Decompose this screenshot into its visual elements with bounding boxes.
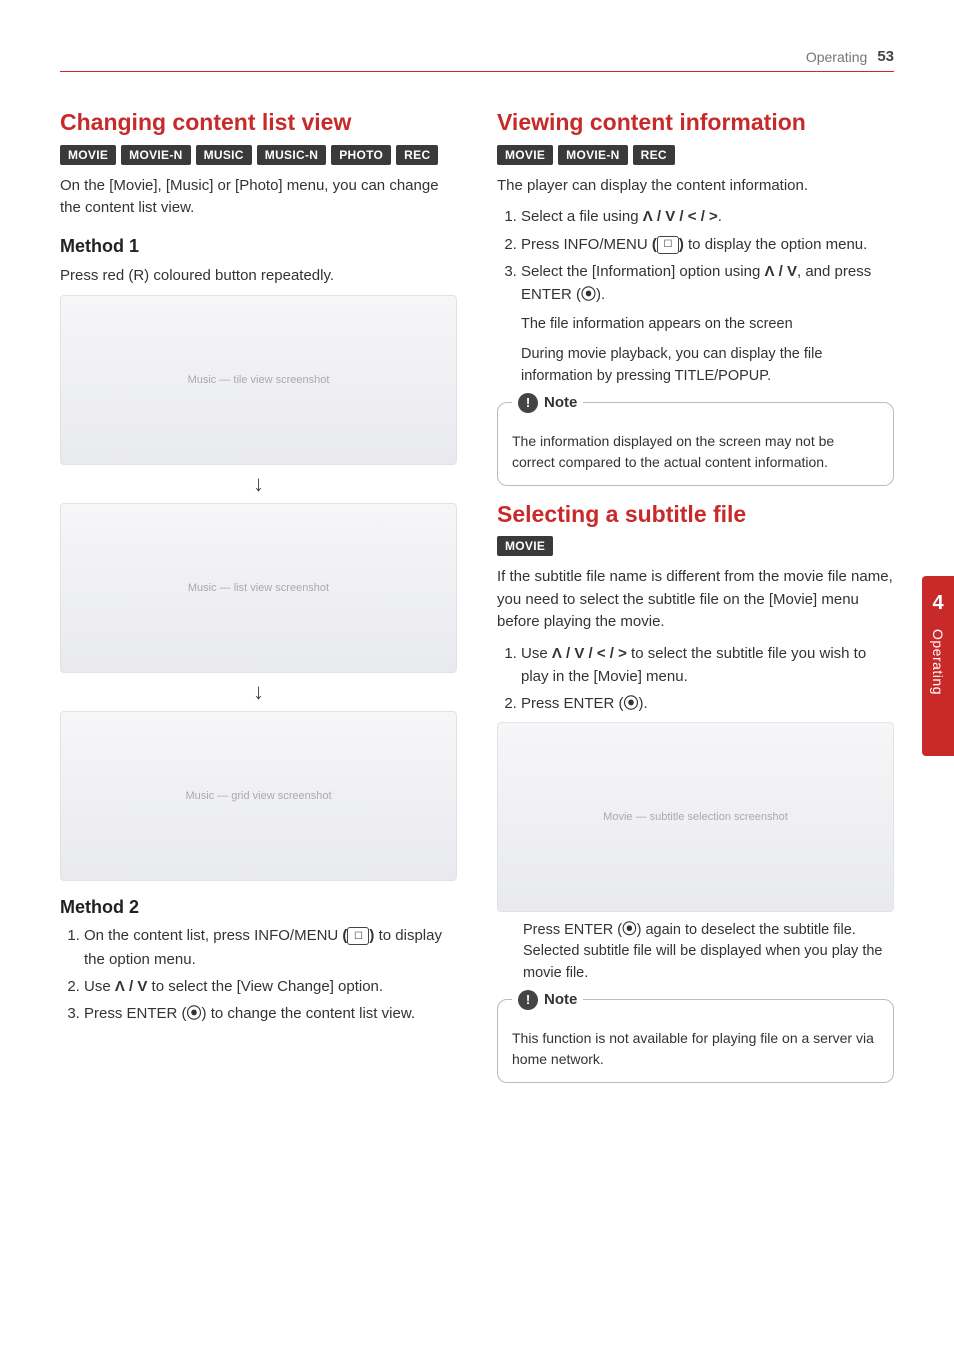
subtitle-after: Press ENTER (⦿) again to deselect the su… [523,920,894,985]
enter-icon: ⦿ [581,286,596,303]
method2-step-1: On the content list, press INFO/MENU (☐)… [84,924,457,971]
note-icon: ! [518,393,538,413]
viewing-info-intro: The player can display the content infor… [497,175,894,198]
method2-title: Method 2 [60,897,457,918]
tag-music-n: MUSIC-N [257,145,326,165]
method2-step-2: Use Λ / V to select the [View Change] op… [84,975,457,998]
arrow-keys: Λ / V / < / > [552,645,627,662]
subtitle-title: Selecting a subtitle file [497,500,894,529]
viewing-info-step-1: Select a file using Λ / V / < / >. [521,205,894,228]
subtitle-step-2: Press ENTER (⦿). [521,692,894,715]
side-tab-number: 4 [932,592,943,615]
method2-step-3: Press ENTER (⦿) to change the content li… [84,1002,457,1025]
enter-icon: ⦿ [187,1005,202,1022]
note-1-text: The information displayed on the screen … [512,433,834,470]
note-2-text: This function is not available for playi… [512,1030,874,1067]
note-label: ! Note [512,989,583,1012]
header-section: Operating [806,49,867,65]
option-menu-icon: ☐ [657,236,679,254]
method1-text: Press red (R) coloured button repeatedly… [60,265,457,288]
enter-icon: ⦿ [622,922,637,938]
tag-photo: PHOTO [331,145,391,165]
subtitle-figure: Movie — subtitle selection screenshot [497,722,894,912]
note-box-2: ! Note This function is not available fo… [497,999,894,1083]
subtitle-intro: If the subtitle file name is different f… [497,566,894,634]
viewing-info-title: Viewing content information [497,108,894,137]
enter-icon: ⦿ [624,695,639,712]
chapter-side-tab: 4 Operating [922,576,954,756]
left-column: Changing content list view MOVIE MOVIE-N… [60,98,457,1097]
subtitle-step-1: Use Λ / V / < / > to select the subtitle… [521,642,894,689]
note-box-1: ! Note The information displayed on the … [497,402,894,486]
changing-view-title: Changing content list view [60,108,457,137]
tag-movie: MOVIE [497,536,553,556]
down-arrow-icon: ↓ [60,679,457,705]
tag-movie-n: MOVIE-N [558,145,627,165]
arrow-keys: Λ / V / < / > [643,208,718,225]
viewing-info-tags: MOVIE MOVIE-N REC [497,145,894,165]
header-page-number: 53 [877,48,894,65]
page-header: Operating 53 [60,48,894,72]
right-column: Viewing content information MOVIE MOVIE-… [497,98,894,1097]
method1-figure-2: Music — list view screenshot [60,503,457,673]
note-icon: ! [518,990,538,1010]
note-label: ! Note [512,392,583,415]
changing-view-tags: MOVIE MOVIE-N MUSIC MUSIC-N PHOTO REC [60,145,457,165]
tag-movie: MOVIE [497,145,553,165]
viewing-info-step-3: Select the [Information] option using Λ … [521,260,894,388]
down-arrow-icon: ↓ [60,471,457,497]
method2-steps: On the content list, press INFO/MENU (☐)… [60,924,457,1025]
viewing-info-step-2: Press INFO/MENU (☐) to display the optio… [521,233,894,256]
method1-figure-1: Music — tile view screenshot [60,295,457,465]
option-menu-icon: ☐ [347,927,369,945]
subtitle-tags: MOVIE [497,536,894,556]
method1-title: Method 1 [60,236,457,257]
method1-figure-3: Music — grid view screenshot [60,711,457,881]
up-down-keys: Λ / V [764,263,797,280]
side-tab-text: Operating [930,629,946,695]
tag-movie: MOVIE [60,145,116,165]
viewing-info-steps: Select a file using Λ / V / < / >. Press… [497,205,894,387]
changing-view-intro: On the [Movie], [Music] or [Photo] menu,… [60,175,457,220]
subtitle-steps: Use Λ / V / < / > to select the subtitle… [497,642,894,716]
viewing-info-result-2: During movie playback, you can display t… [521,344,894,388]
viewing-info-result-1: The file information appears on the scre… [521,314,894,336]
up-down-keys: Λ / V [115,978,148,995]
tag-movie-n: MOVIE-N [121,145,190,165]
tag-rec: REC [633,145,675,165]
tag-music: MUSIC [196,145,252,165]
tag-rec: REC [396,145,438,165]
